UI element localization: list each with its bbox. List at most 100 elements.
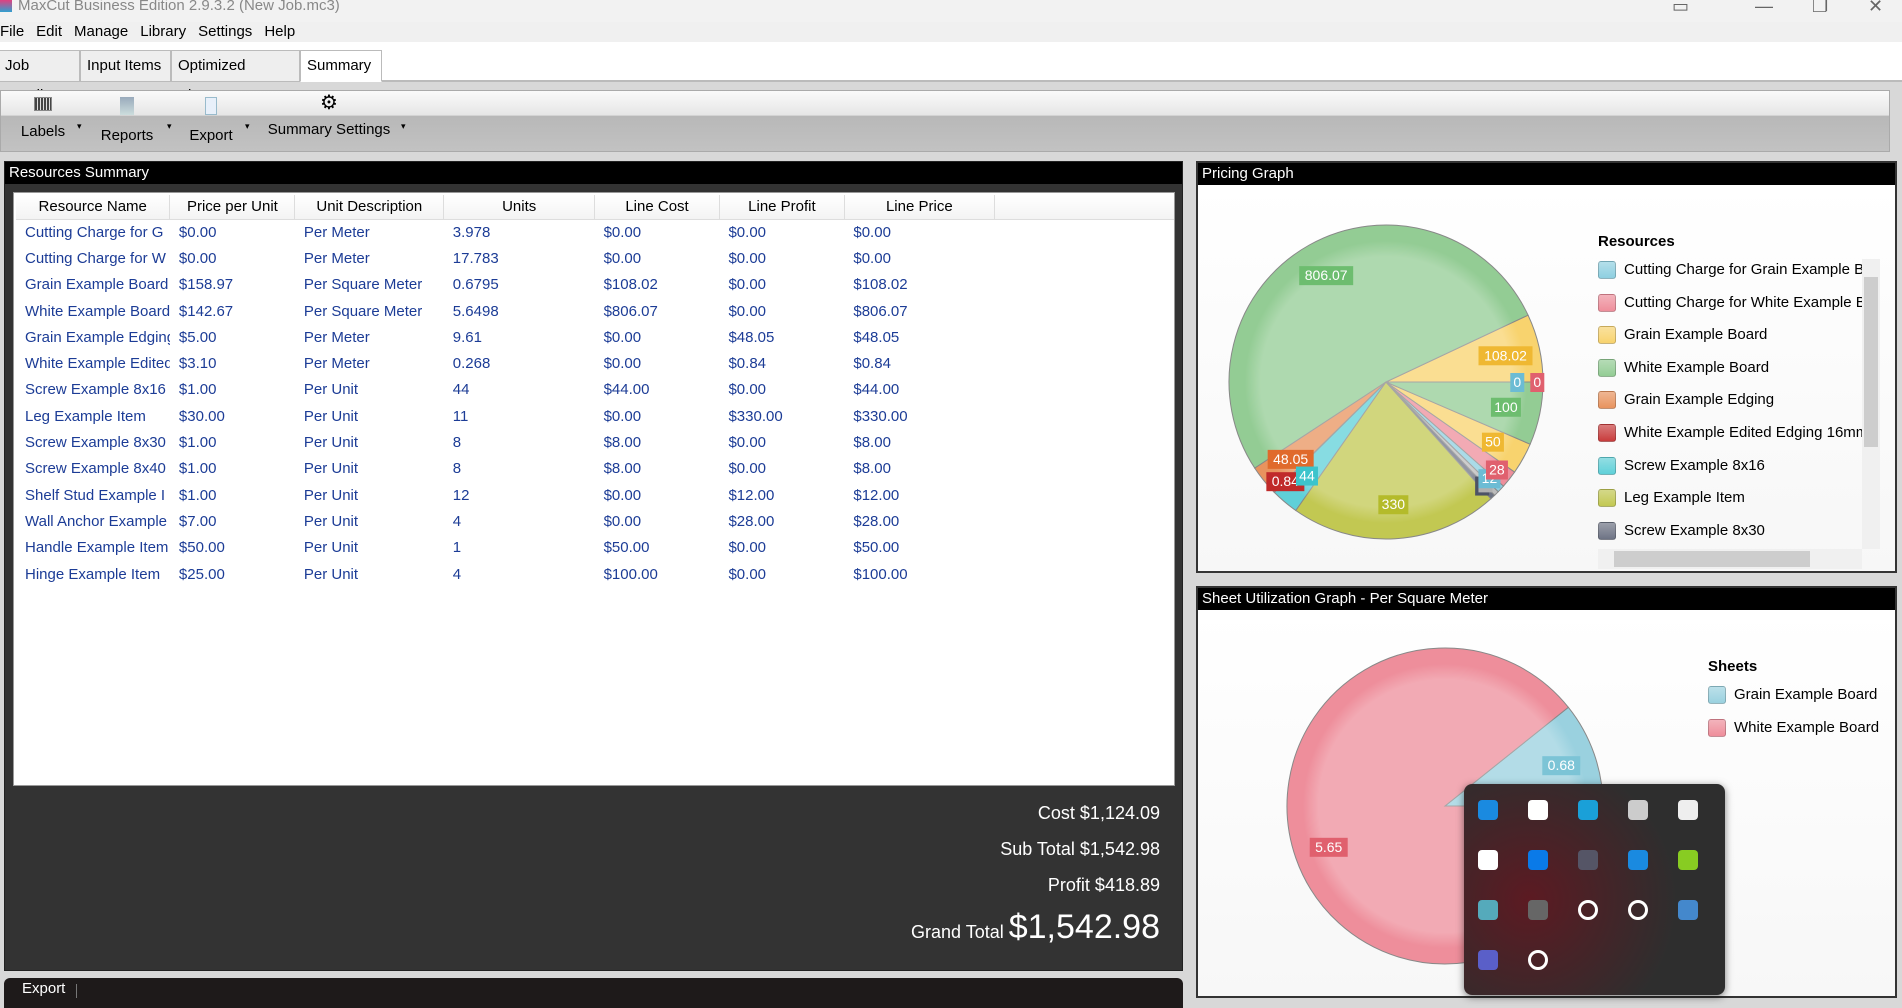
table-row[interactable]: Shelf Stud Example I $1.00 Per Unit 12 $0.00… [16,482,1174,508]
column-header[interactable]: Units [443,195,596,220]
table-cell-empty [994,403,1174,429]
tab-job-details[interactable]: Job Details [0,50,80,104]
legend-label: White Example Board [1734,718,1880,736]
column-header[interactable]: Unit Description [294,195,445,220]
legend-swatch [1598,456,1616,475]
legend-item[interactable]: White Example Edited Edging 16mm [1598,422,1868,444]
network-drive-icon[interactable] [1678,900,1698,920]
table-row[interactable]: Grain Example Board $158.97 Per Square Met… [16,272,1174,298]
table-row[interactable]: Handle Example Item $50.00 Per Unit 1 $50.00… [16,535,1174,561]
vpn-icon[interactable] [1478,850,1498,870]
window-title: MaxCut Business Edition 2.9.3.2 (New Job… [18,0,340,14]
legend-item[interactable]: Grain Example Edging [1598,389,1774,411]
greenshot-icon[interactable] [1678,850,1698,870]
legend-item[interactable]: Screw Example 8x16 [1598,455,1765,477]
app-icon[interactable] [1478,900,1498,920]
chevron-down-icon[interactable]: ▾ [245,121,250,132]
network-icon[interactable] [1628,800,1648,820]
table-cell: 4 [452,512,462,530]
table-cell: 0.6795 [452,276,499,294]
google-drive-icon[interactable] [1528,800,1548,820]
table-row[interactable]: White Example Edited $3.10 Per Meter 0.268 $… [16,350,1174,376]
reports-button[interactable]: Reports ▾ [97,91,172,151]
column-header[interactable]: Resource Name [16,195,171,220]
legend-vertical-scrollbar[interactable] [1862,259,1880,549]
report-icon [120,97,134,115]
minimize-button[interactable]: — [1755,0,1773,17]
legend-item[interactable]: Cutting Charge for Grain Example Board [1598,259,1880,281]
table-cell: $0.00 [603,512,642,530]
edge-icon[interactable] [1578,800,1598,820]
maximize-button[interactable]: ❐ [1812,0,1828,17]
grand-total-value: $1,542.98 [1008,908,1160,946]
menu-help[interactable]: Help [264,22,295,42]
table-row[interactable]: Wall Anchor Example $7.00 Per Unit 4 $0.00 $2… [16,508,1174,534]
legend-item[interactable]: Leg Example Item [1598,487,1745,509]
defender-icon[interactable] [1478,800,1498,820]
labels-button[interactable]: Labels ▾ [15,91,82,151]
legend-horizontal-scrollbar[interactable] [1598,549,1862,569]
bluetooth-icon[interactable] [1528,850,1548,870]
pricing-pie-chart: 00108.02806.0748.050.844433088122850100 [1228,224,1545,540]
table-cell: Wall Anchor Example [25,512,168,530]
summary-settings-button[interactable]: ⚙ Summary Settings ▾ [267,91,406,151]
snap-icon[interactable]: ▭ [1672,0,1689,17]
table-row[interactable]: Screw Example 8x16 $1.00 Per Unit 44 $44.00 $… [16,377,1174,403]
table-cell: $1.00 [178,434,217,452]
column-header[interactable]: Line Price [844,195,995,220]
grammarly-icon[interactable] [1528,950,1548,970]
column-header[interactable]: Line Cost [594,195,720,220]
table-row[interactable]: Screw Example 8x40 $1.00 Per Unit 8 $8.00 $0.… [16,456,1174,482]
column-header[interactable]: Line Profit [719,195,845,220]
table-cell: $100.00 [853,565,908,583]
chevron-down-icon[interactable]: ▾ [77,121,82,132]
close-button[interactable]: ✕ [1868,0,1883,17]
table-row[interactable]: Leg Example Item $30.00 Per Unit 11 $0.00 $33… [16,403,1174,429]
menu-file[interactable]: File [0,22,24,42]
usb-icon[interactable] [1678,800,1698,820]
menu-edit[interactable]: Edit [36,22,62,42]
tab-optimized-sheets[interactable]: Optimized Sheets [171,50,300,104]
table-row[interactable]: Hinge Example Item $25.00 Per Unit 4 $100.00… [16,561,1174,587]
export-link[interactable]: Export [22,980,65,997]
onepassword-icon[interactable] [1628,900,1648,920]
profit-total: Profit $418.89 [1047,875,1160,895]
scrollbar-thumb[interactable] [1614,551,1810,567]
tab-summary[interactable]: Summary [300,50,382,82]
legend-item[interactable]: White Example Board [1708,717,1879,739]
table-row[interactable]: Grain Example Edging $5.00 Per Meter 9.61 $0… [16,324,1174,350]
table-row[interactable]: White Example Board $142.67 Per Square Met… [16,298,1174,324]
hp-icon[interactable] [1578,850,1598,870]
tab-input-items[interactable]: Input Items [80,50,171,82]
menu-library[interactable]: Library [140,22,186,42]
tab-bar: Job Details Input Items Optimized Sheets… [0,42,1902,104]
table-row[interactable]: Screw Example 8x30 $1.00 Per Unit 8 $8.00 $0.… [16,429,1174,455]
export-button[interactable]: Export ▾ [185,91,250,151]
legend-item[interactable]: White Example Board [1598,357,1769,379]
legend-item[interactable]: Grain Example Board [1598,324,1767,346]
menu-manage[interactable]: Manage [74,22,128,42]
legend-swatch [1708,686,1726,705]
table-cell: 3.978 [452,223,491,241]
media-icon[interactable] [1528,900,1548,920]
table-row[interactable]: Cutting Charge for G $0.00 Per Meter 3.978 $… [16,219,1174,245]
table-cell: $5.00 [178,328,217,346]
scrollbar-thumb[interactable] [1864,277,1878,447]
headphones-icon[interactable] [1578,900,1598,920]
chevron-down-icon[interactable]: ▾ [401,121,406,132]
legend-item[interactable]: Cutting Charge for White Example Board [1598,292,1880,314]
divider [76,984,77,998]
menu-settings[interactable]: Settings [198,22,252,42]
table-row[interactable]: Cutting Charge for W $0.00 Per Meter 17.783… [16,245,1174,271]
legend-swatch [1598,358,1616,377]
legend-item[interactable]: Grain Example Board [1708,684,1877,706]
legend-item[interactable]: Screw Example 8x30 [1598,520,1765,542]
table-cell: $25.00 [178,565,225,583]
data-label: 0.68 [1542,756,1581,776]
table-cell: $0.84 [853,355,891,373]
column-header[interactable]: Price per Unit [169,195,296,220]
chevron-down-icon[interactable]: ▾ [167,121,172,132]
teams-icon[interactable] [1478,950,1498,970]
security-warning-icon[interactable] [1628,850,1648,870]
legend-label: White Example Edited Edging 16mm [1624,424,1869,441]
